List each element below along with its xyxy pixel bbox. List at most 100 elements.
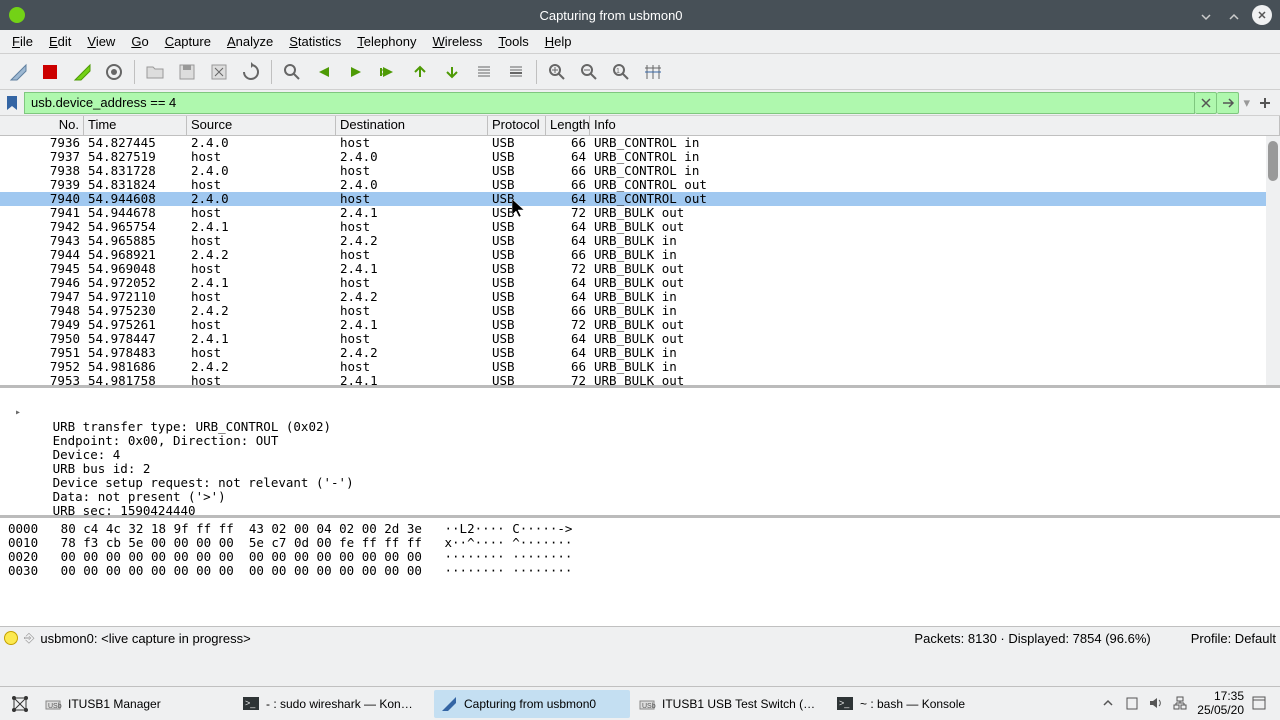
close-button[interactable] <box>1252 5 1272 25</box>
svg-text:USb: USb <box>48 703 62 710</box>
save-button[interactable] <box>173 58 201 86</box>
filter-bar: ▾ <box>0 90 1280 116</box>
hex-line[interactable]: 0020 00 00 00 00 00 00 00 00 00 00 00 00… <box>8 550 1272 564</box>
taskbar: USbITUSB1 Manager>_- : sudo wireshark — … <box>0 686 1280 720</box>
show-desktop-icon[interactable] <box>1252 696 1268 712</box>
zoom-out-button[interactable] <box>575 58 603 86</box>
zoom-in-button[interactable] <box>543 58 571 86</box>
table-row[interactable]: 793854.8317282.4.0hostUSB66URB_CONTROL i… <box>0 164 1280 178</box>
table-row[interactable]: 794354.965885host2.4.2USB64URB_BULK in <box>0 234 1280 248</box>
goto-packet-button[interactable] <box>374 58 402 86</box>
packet-stats: Packets: 8130 · Displayed: 7854 (96.6%) <box>914 631 1150 646</box>
find-button[interactable] <box>278 58 306 86</box>
detail-line[interactable]: URB transfer type: URB_CONTROL (0x02) <box>30 420 1272 434</box>
detail-line[interactable]: Device: 4 <box>30 448 1272 462</box>
menu-wireless[interactable]: Wireless <box>425 32 491 51</box>
packet-details-pane[interactable]: ▸ URB transfer type: URB_CONTROL (0x02) … <box>0 388 1280 518</box>
taskbar-item[interactable]: USbITUSB1 Manager <box>38 690 234 718</box>
close-file-button[interactable] <box>205 58 233 86</box>
detail-line[interactable]: Data: not present ('>') <box>30 490 1272 504</box>
table-row[interactable]: 794954.975261host2.4.1USB72URB_BULK out <box>0 318 1280 332</box>
apply-filter-button[interactable] <box>1217 92 1239 114</box>
table-row[interactable]: 795154.978483host2.4.2USB64URB_BULK in <box>0 346 1280 360</box>
bookmark-icon[interactable] <box>4 95 20 111</box>
table-row[interactable]: 794654.9720522.4.1hostUSB64URB_BULK out <box>0 276 1280 290</box>
system-tray: 17:35 25/05/20 <box>1101 690 1276 718</box>
taskbar-item[interactable]: USbITUSB1 USB Test Switch (… <box>632 690 828 718</box>
expert-info-icon[interactable] <box>4 631 18 645</box>
taskbar-item[interactable]: >_~ : bash — Konsole <box>830 690 1026 718</box>
zoom-reset-button[interactable]: 1 <box>607 58 635 86</box>
menu-capture[interactable]: Capture <box>157 32 219 51</box>
table-row[interactable]: 794754.972110host2.4.2USB64URB_BULK in <box>0 290 1280 304</box>
hex-line[interactable]: 0030 00 00 00 00 00 00 00 00 00 00 00 00… <box>8 564 1272 578</box>
table-row[interactable]: 793754.827519host2.4.0USB64URB_CONTROL i… <box>0 150 1280 164</box>
app-icon <box>8 6 26 24</box>
clear-filter-button[interactable] <box>1195 92 1217 114</box>
scrollbar[interactable] <box>1266 136 1280 385</box>
packet-rows[interactable]: 793654.8274452.4.0hostUSB66URB_CONTROL i… <box>0 136 1280 388</box>
menu-view[interactable]: View <box>79 32 123 51</box>
detail-line[interactable]: Device setup request: not relevant ('-') <box>30 476 1272 490</box>
next-packet-button[interactable] <box>342 58 370 86</box>
detail-line[interactable]: URB sec: 1590424440 <box>30 504 1272 518</box>
menu-telephony[interactable]: Telephony <box>349 32 424 51</box>
profile-label[interactable]: Profile: Default <box>1191 631 1276 646</box>
packet-list-header[interactable]: No. Time Source Destination Protocol Len… <box>0 116 1280 136</box>
table-row[interactable]: 795054.9784472.4.1hostUSB64URB_BULK out <box>0 332 1280 346</box>
resize-columns-button[interactable] <box>639 58 667 86</box>
table-row[interactable]: 795354.981758host2.4.1USB72URB_BULK out <box>0 374 1280 388</box>
open-file-button[interactable] <box>141 58 169 86</box>
add-filter-button[interactable] <box>1254 92 1276 114</box>
menu-tools[interactable]: Tools <box>490 32 536 51</box>
colorize-button[interactable] <box>502 58 530 86</box>
clipboard-icon[interactable] <box>1125 696 1141 712</box>
svg-text:>_: >_ <box>839 698 850 708</box>
hex-dump-pane[interactable]: 0000 80 c4 4c 32 18 9f ff ff 43 02 00 04… <box>0 518 1280 626</box>
table-row[interactable]: 794154.944678host2.4.1USB72URB_BULK out <box>0 206 1280 220</box>
first-packet-button[interactable] <box>406 58 434 86</box>
table-row[interactable]: 794454.9689212.4.2hostUSB66URB_BULK in <box>0 248 1280 262</box>
detail-line[interactable]: URB bus id: 2 <box>30 462 1272 476</box>
menu-file[interactable]: File <box>4 32 41 51</box>
taskbar-item[interactable]: Capturing from usbmon0 <box>434 690 630 718</box>
auto-scroll-button[interactable] <box>470 58 498 86</box>
start-capture-button[interactable] <box>4 58 32 86</box>
capture-options-button[interactable] <box>100 58 128 86</box>
detail-line[interactable]: Endpoint: 0x00, Direction: OUT <box>30 434 1272 448</box>
stop-capture-button[interactable] <box>36 58 64 86</box>
menu-edit[interactable]: Edit <box>41 32 79 51</box>
table-row[interactable]: 794554.969048host2.4.1USB72URB_BULK out <box>0 262 1280 276</box>
table-row[interactable]: 795254.9816862.4.2hostUSB66URB_BULK in <box>0 360 1280 374</box>
last-packet-button[interactable] <box>438 58 466 86</box>
table-row[interactable]: 793654.8274452.4.0hostUSB66URB_CONTROL i… <box>0 136 1280 150</box>
display-filter-input[interactable] <box>24 92 1195 114</box>
svg-text:>_: >_ <box>245 698 256 708</box>
clock[interactable]: 17:35 25/05/20 <box>1197 690 1244 718</box>
volume-icon[interactable] <box>1149 696 1165 712</box>
menu-help[interactable]: Help <box>537 32 580 51</box>
menu-go[interactable]: Go <box>123 32 156 51</box>
hex-line[interactable]: 0010 78 f3 cb 5e 00 00 00 00 5e c7 0d 00… <box>8 536 1272 550</box>
restart-capture-button[interactable] <box>68 58 96 86</box>
hex-line[interactable]: 0000 80 c4 4c 32 18 9f ff ff 43 02 00 04… <box>8 522 1272 536</box>
table-row[interactable]: 794054.9446082.4.0hostUSB64URB_CONTROL o… <box>0 192 1280 206</box>
table-row[interactable]: 793954.831824host2.4.0USB66URB_CONTROL o… <box>0 178 1280 192</box>
tray-chevron-icon[interactable] <box>1101 696 1117 712</box>
prev-packet-button[interactable] <box>310 58 338 86</box>
start-menu-button[interactable] <box>4 689 36 719</box>
table-row[interactable]: 794854.9752302.4.2hostUSB66URB_BULK in <box>0 304 1280 318</box>
table-row[interactable]: 794254.9657542.4.1hostUSB64URB_BULK out <box>0 220 1280 234</box>
network-icon[interactable] <box>1173 696 1189 712</box>
toolbar: 1 <box>0 54 1280 90</box>
minimize-button[interactable] <box>1196 5 1216 25</box>
expand-icon[interactable]: ▸ <box>15 406 21 420</box>
maximize-button[interactable] <box>1224 5 1244 25</box>
taskbar-item[interactable]: >_- : sudo wireshark — Kon… <box>236 690 432 718</box>
reload-button[interactable] <box>237 58 265 86</box>
menu-analyze[interactable]: Analyze <box>219 32 281 51</box>
capture-status: usbmon0: <live capture in progress> <box>40 631 250 646</box>
menu-bar: FileEditViewGoCaptureAnalyzeStatisticsTe… <box>0 30 1280 54</box>
window-titlebar: Capturing from usbmon0 <box>0 0 1280 30</box>
menu-statistics[interactable]: Statistics <box>281 32 349 51</box>
